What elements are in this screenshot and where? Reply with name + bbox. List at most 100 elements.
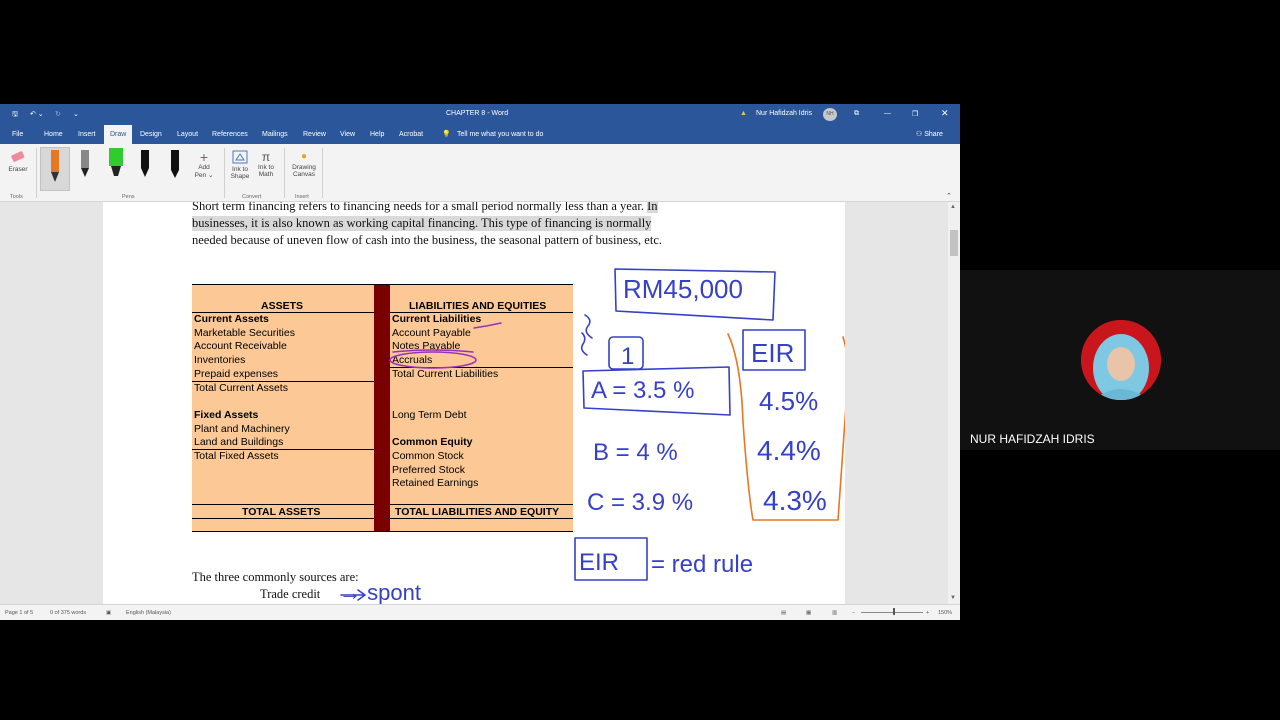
group-insert-label: Insert <box>295 194 309 200</box>
tab-home[interactable]: Home <box>40 125 67 144</box>
highlighter-green-button[interactable] <box>106 148 126 182</box>
participant-name: NUR HAFIDZAH IDRIS <box>970 432 1095 446</box>
ink-spont: → spont <box>339 580 421 604</box>
group-pens-label: Pens <box>122 194 135 200</box>
ink-to-math-label-1: Ink to <box>258 164 274 171</box>
tab-mailings[interactable]: Mailings <box>258 125 292 144</box>
ink-to-shape-button[interactable]: Ink to Shape <box>228 150 252 180</box>
ink-eir-val-1: 4.5% <box>759 386 818 416</box>
ink-to-shape-label-2: Shape <box>230 173 250 180</box>
proofing-icon[interactable]: ▣ <box>106 610 111 616</box>
tab-draw[interactable]: Draw <box>104 125 133 144</box>
group-tools-label: Tools <box>10 194 23 200</box>
ink-brace <box>584 314 593 339</box>
language[interactable]: English (Malaysia) <box>126 610 171 616</box>
document-page[interactable]: Short term financing refers to financing… <box>103 202 845 604</box>
ink-to-shape-icon <box>232 150 248 164</box>
tab-references[interactable]: References <box>208 125 252 144</box>
ink-eir-val-2: 4.4% <box>757 435 821 466</box>
pen-orange-button[interactable] <box>40 147 70 191</box>
ink-one: 1 <box>621 343 634 370</box>
pen-gray-button[interactable] <box>78 150 92 182</box>
scroll-thumb[interactable] <box>950 230 958 256</box>
screen: 🖫 ↶ ⌄ ↻ ⌄ CHAPTER 8 - Word ▲ Nur Hafidza… <box>0 0 1280 720</box>
pi-icon: π <box>261 150 271 164</box>
restore-icon[interactable]: ❐ <box>912 110 918 118</box>
scroll-down-icon[interactable]: ▼ <box>950 595 956 601</box>
ink-circle-accruals <box>389 351 477 369</box>
ribbon-display-icon[interactable]: ⧉ <box>854 110 859 118</box>
pen-black-button[interactable] <box>138 150 152 182</box>
ribbon-separator <box>224 148 225 198</box>
ink-red-rule: = red rule <box>651 551 753 578</box>
menu-bar: File Home Insert Draw Design Layout Refe… <box>0 125 960 144</box>
zoom-out-icon[interactable]: − <box>852 610 855 616</box>
vertical-scrollbar[interactable]: ▲ ▼ <box>948 202 960 604</box>
ink-a: A = 3.5 % <box>591 377 694 404</box>
drawing-canvas-label-2: Canvas <box>292 171 316 178</box>
word-window: 🖫 ↶ ⌄ ↻ ⌄ CHAPTER 8 - Word ▲ Nur Hafidza… <box>0 104 960 620</box>
tab-file[interactable]: File <box>8 125 27 144</box>
title-bar: 🖫 ↶ ⌄ ↻ ⌄ CHAPTER 8 - Word ▲ Nur Hafidza… <box>0 104 960 125</box>
plus-icon: + <box>199 149 209 165</box>
word-count[interactable]: 0 of 375 words <box>50 610 86 616</box>
close-icon[interactable]: ✕ <box>941 108 949 119</box>
zoom-in-icon[interactable]: + <box>926 610 929 616</box>
tab-acrobat[interactable]: Acrobat <box>395 125 427 144</box>
ink-amount: RM45,000 <box>623 274 743 304</box>
ink-to-math-button[interactable]: π Ink to Math <box>254 150 278 178</box>
tab-layout[interactable]: Layout <box>173 125 202 144</box>
ribbon-separator <box>36 148 37 198</box>
warning-icon: ▲ <box>740 110 747 117</box>
tab-help[interactable]: Help <box>366 125 388 144</box>
page-count[interactable]: Page 1 of 5 <box>5 610 33 616</box>
account-avatar[interactable]: NH <box>823 108 837 121</box>
drawing-canvas-label-1: Drawing <box>292 164 316 171</box>
ink-underline-account-payable <box>473 322 502 329</box>
tab-insert[interactable]: Insert <box>74 125 100 144</box>
add-pen-button[interactable]: + Add Pen ⌄ <box>192 150 216 179</box>
undo-icon[interactable]: ↶ ⌄ <box>30 110 44 118</box>
add-pen-label-2: Pen ⌄ <box>194 172 214 179</box>
tab-design[interactable]: Design <box>136 125 166 144</box>
tab-review[interactable]: Review <box>299 125 330 144</box>
pen-black-2-button[interactable] <box>168 150 182 182</box>
status-bar: Page 1 of 5 0 of 375 words ▣ English (Ma… <box>0 604 960 620</box>
zoom-slider[interactable] <box>861 612 923 613</box>
zoom-slider-thumb[interactable] <box>893 608 895 615</box>
document-area: Short term financing refers to financing… <box>0 202 948 604</box>
share-label: Share <box>924 131 943 138</box>
drawing-canvas-button[interactable]: ● Drawing Canvas <box>288 150 320 178</box>
account-name[interactable]: Nur Hafidzah Idris <box>756 110 812 117</box>
minimize-icon[interactable]: — <box>884 110 891 117</box>
ink-brace-lower <box>580 332 588 356</box>
tab-view[interactable]: View <box>336 125 359 144</box>
tell-me-search[interactable]: Tell me what you want to do <box>453 125 547 144</box>
add-pen-label-1: Add <box>198 164 210 171</box>
web-layout-icon[interactable]: ▥ <box>832 610 837 616</box>
participant-photo <box>1081 320 1161 400</box>
pen-gray-icon <box>81 150 89 177</box>
participant-avatar <box>1081 320 1161 400</box>
ink-annotations: RM45,000 1 A = 3.5 % B = 4 % C = 3.9 % E… <box>339 268 845 604</box>
eraser-button[interactable]: Eraser <box>6 150 30 173</box>
drawing-canvas-icon: ● <box>300 151 308 162</box>
save-icon[interactable]: 🖫 <box>12 110 18 121</box>
window-title: CHAPTER 8 - Word <box>446 110 509 117</box>
redo-icon[interactable]: ↻ <box>55 110 61 118</box>
pen-orange-icon <box>51 150 59 182</box>
zoom-level[interactable]: 150% <box>938 610 952 616</box>
print-layout-icon[interactable]: ▦ <box>806 610 811 616</box>
pen-black-2-icon <box>171 150 179 178</box>
ribbon-separator <box>284 148 285 198</box>
collapse-ribbon-icon[interactable]: ⌃ <box>946 192 952 200</box>
focus-mode-icon[interactable]: ▤ <box>781 610 786 616</box>
ink-eir-val-3: 4.3% <box>763 485 827 516</box>
scroll-up-icon[interactable]: ▲ <box>950 204 956 210</box>
share-button[interactable]: ⚇ Share <box>912 125 947 144</box>
ink-c: C = 3.9 % <box>587 489 693 516</box>
quick-access-menu-icon[interactable]: ⌄ <box>73 110 79 118</box>
eraser-icon <box>11 151 25 162</box>
draw-ribbon: Eraser + Add Pen ⌄ Ink to Shape π Ink to… <box>0 144 960 202</box>
share-icon: ⚇ <box>916 131 925 138</box>
